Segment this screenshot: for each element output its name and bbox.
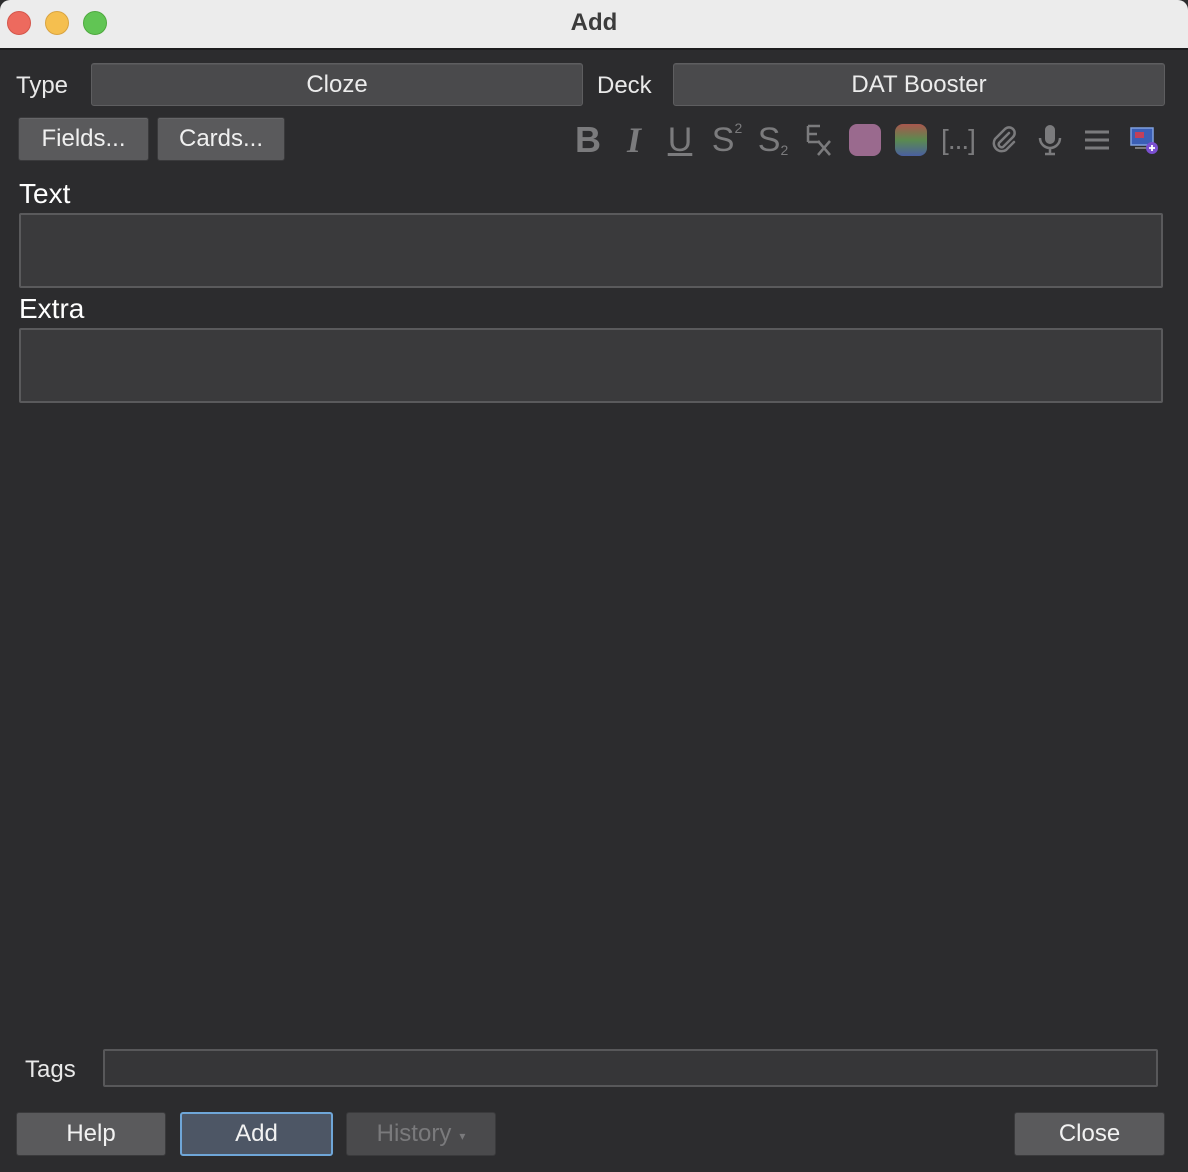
tags-label: Tags xyxy=(25,1056,76,1083)
bold-icon[interactable]: B xyxy=(568,119,608,160)
close-button[interactable]: Close xyxy=(1014,1112,1165,1156)
window-title: Add xyxy=(570,9,618,36)
chevron-down-icon: ▾ xyxy=(459,1129,466,1143)
help-button[interactable]: Help xyxy=(16,1112,166,1156)
field-label-text: Text xyxy=(19,178,71,209)
history-button[interactable]: History ▾ xyxy=(346,1112,496,1156)
deck-label: Deck xyxy=(597,72,652,99)
tags-input[interactable] xyxy=(103,1049,1158,1087)
clear-format-icon[interactable] xyxy=(798,120,838,160)
more-icon[interactable] xyxy=(1077,120,1117,160)
note-type-selector[interactable]: Cloze xyxy=(91,63,583,106)
image-occlusion-icon[interactable] xyxy=(1124,120,1164,160)
text-color-icon[interactable] xyxy=(845,120,885,160)
attach-icon[interactable] xyxy=(984,120,1024,160)
deck-selector[interactable]: DAT Booster xyxy=(673,63,1165,106)
type-label: Type xyxy=(16,72,69,99)
highlight-color-icon[interactable] xyxy=(891,120,931,160)
field-label-extra: Extra xyxy=(19,293,85,324)
cloze-icon[interactable]: [...] xyxy=(936,120,980,160)
fields-button[interactable]: Fields... xyxy=(18,117,149,161)
subscript-icon[interactable]: S2 xyxy=(752,120,794,160)
text-field[interactable] xyxy=(19,213,1163,288)
italic-icon[interactable]: I xyxy=(614,120,654,160)
extra-field[interactable] xyxy=(19,328,1163,403)
superscript-icon[interactable]: S2 xyxy=(706,120,748,160)
underline-icon[interactable]: U xyxy=(660,120,700,160)
title-bar: Add xyxy=(0,0,1188,50)
record-audio-icon[interactable] xyxy=(1030,120,1070,160)
history-label: History xyxy=(376,1120,452,1147)
cards-button[interactable]: Cards... xyxy=(157,117,285,161)
add-button[interactable]: Add xyxy=(180,1112,333,1156)
